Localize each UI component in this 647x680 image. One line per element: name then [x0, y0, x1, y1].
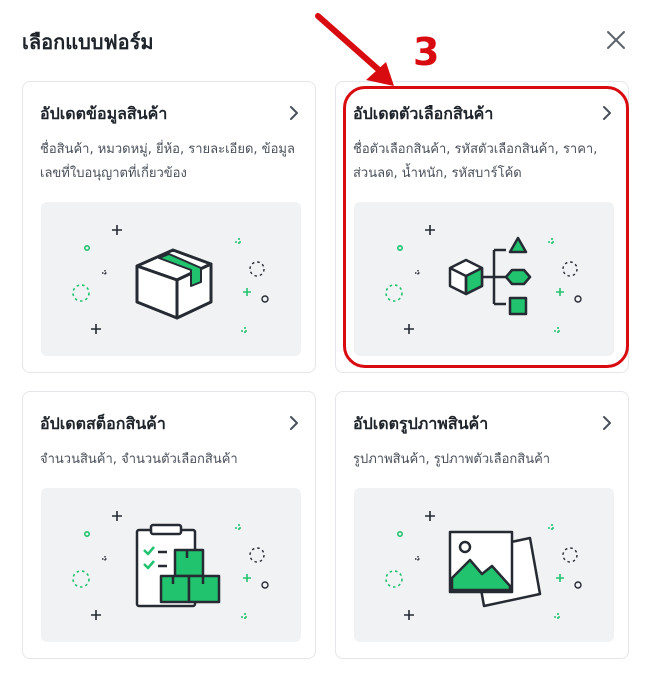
card-update-product-options[interactable]: อัปเดตตัวเลือกสินค้า ชื่อตัวเลือกสินค้า,… [335, 81, 629, 373]
chevron-right-icon [290, 106, 298, 120]
product-image-icon [448, 530, 542, 608]
card-description: ชื่อสินค้า, หมวดหมู่, ยี่ห้อ, รายละเอียด… [40, 142, 295, 181]
card-title: อัปเดตสต็อกสินค้า [40, 414, 166, 433]
sparkle-decoration [91, 225, 122, 334]
card-description: รูปภาพสินค้า, รูปภาพตัวเลือกสินค้า [353, 452, 551, 467]
card-update-product-info[interactable]: อัปเดตข้อมูลสินค้า ชื่อสินค้า, หมวดหมู่,… [22, 81, 316, 373]
card-title: อัปเดตตัวเลือกสินค้า [353, 104, 494, 123]
modal-title: เลือกแบบฟอร์ม [22, 30, 154, 54]
illustration-area [354, 202, 614, 356]
card-update-stock[interactable]: อัปเดตสต็อกสินค้า จำนวนสินค้า, จำนวนตัวเ… [22, 391, 316, 659]
card-title: อัปเดตข้อมูลสินค้า [40, 104, 168, 123]
card-title: อัปเดตรูปภาพสินค้า [353, 414, 489, 433]
stock-clipboard-icon [135, 523, 221, 608]
card-description: ชื่อตัวเลือกสินค้า, รหัสตัวเลือกสินค้า, … [353, 142, 598, 181]
close-icon[interactable] [602, 26, 630, 54]
illustration-area [41, 202, 301, 356]
illustration-area [354, 488, 614, 642]
card-update-product-images[interactable]: อัปเดตรูปภาพสินค้า รูปภาพสินค้า, รูปภาพต… [335, 391, 629, 659]
chevron-right-icon [603, 106, 611, 120]
product-variants-icon [448, 236, 532, 316]
illustration-area [41, 488, 301, 642]
chevron-right-icon [603, 416, 611, 430]
step-number-annotation: 3 [413, 30, 440, 74]
card-description: จำนวนสินค้า, จำนวนตัวเลือกสินค้า [40, 452, 238, 467]
chevron-right-icon [290, 416, 298, 430]
